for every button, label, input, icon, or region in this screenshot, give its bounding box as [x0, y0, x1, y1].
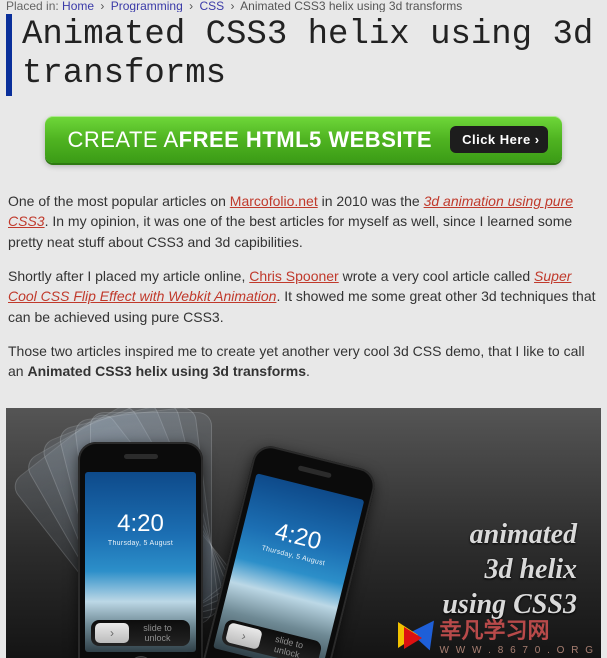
breadcrumb-home[interactable]: Home — [62, 0, 94, 12]
page-title-wrap: Animated CSS3 helix using 3d transforms — [6, 14, 601, 96]
lockscreen-time: 4:20 — [85, 510, 196, 538]
iphone-front: 4:20 Thursday, 5 August › slide to unloc… — [78, 442, 203, 658]
breadcrumb-prefix: Placed in: — [6, 0, 59, 12]
paragraph-3-bold: Animated CSS3 helix using 3d transforms — [27, 363, 306, 379]
unlock-knob: › — [95, 623, 129, 643]
arrow-right-icon: › — [240, 628, 247, 643]
phone-screen: 4:20 Thursday, 5 August › slide to unloc… — [85, 472, 196, 652]
lockscreen-date: Thursday, 5 August — [85, 540, 196, 547]
paragraph-1: One of the most popular articles on Marc… — [8, 191, 599, 252]
cta-click-label: Click Here — [462, 132, 531, 147]
hero-caption: animated 3d helix using CSS3 — [442, 517, 577, 622]
breadcrumb-current: Animated CSS3 helix using 3d transforms — [240, 0, 462, 12]
link-chris-spooner[interactable]: Chris Spooner — [249, 268, 339, 284]
breadcrumb: Placed in: Home › Programming › CSS › An… — [0, 0, 607, 12]
cta-banner-button[interactable]: CREATE A FREE HTML5 WEBSITE Click Here › — [45, 116, 561, 163]
unlock-knob: › — [225, 622, 263, 650]
hero-demo-image: 4:20 Thursday, 5 August › slide to unloc… — [6, 408, 601, 658]
home-button-icon — [130, 656, 152, 658]
cta-text-pre: CREATE A — [67, 127, 178, 153]
breadcrumb-programming[interactable]: Programming — [111, 0, 183, 12]
paragraph-3: Those two articles inspired me to create… — [8, 341, 599, 382]
paragraph-2: Shortly after I placed my article online… — [8, 266, 599, 327]
cta-text-bold: FREE HTML5 WEBSITE — [179, 127, 432, 153]
slide-to-unlock: › slide to unlock — [91, 620, 190, 646]
breadcrumb-sep: › — [189, 0, 193, 12]
watermark-url: W W W . 8 6 7 0 . O R G — [440, 645, 595, 656]
link-marcofolio[interactable]: Marcofolio.net — [230, 193, 318, 209]
phone-screen: 4:20 Thursday, 5 August › slide to unloc… — [213, 473, 364, 658]
cta-click-badge: Click Here › — [450, 126, 547, 153]
breadcrumb-sep: › — [231, 0, 235, 12]
watermark-cn: 幸凡学习网 — [440, 613, 595, 645]
slide-to-unlock: › slide to unlock — [220, 618, 322, 658]
hero-line-2: 3d helix — [442, 552, 577, 587]
hero-line-1: animated — [442, 517, 577, 552]
breadcrumb-sep: › — [100, 0, 104, 12]
phone-speaker — [124, 454, 158, 459]
watermark: 幸凡学习网 W W W . 8 6 7 0 . O R G — [398, 613, 595, 656]
article-body: One of the most popular articles on Marc… — [0, 191, 607, 403]
chevron-right-icon: › — [535, 132, 540, 147]
watermark-logo-icon — [398, 619, 434, 649]
iphone-tilted: 4:20 Thursday, 5 August › slide to unloc… — [199, 442, 379, 658]
lockscreen-clock: 4:20 Thursday, 5 August — [239, 510, 356, 573]
page-title: Animated CSS3 helix using 3d transforms — [22, 16, 601, 94]
lockscreen-clock: 4:20 Thursday, 5 August — [85, 510, 196, 547]
arrow-right-icon: › — [110, 626, 114, 640]
slide-label: slide to unlock — [258, 630, 318, 658]
phone-speaker — [297, 465, 331, 478]
slide-label: slide to unlock — [129, 623, 186, 643]
breadcrumb-css[interactable]: CSS — [199, 0, 224, 12]
